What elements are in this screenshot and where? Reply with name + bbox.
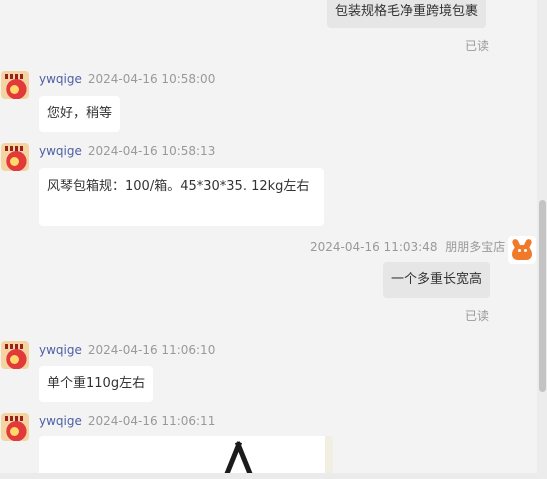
sender-name[interactable]: ywqige (39, 72, 82, 86)
seller-avatar-icon[interactable] (1, 143, 29, 171)
message-meta: ywqige 2024-04-16 10:58:00 (39, 72, 215, 86)
vertical-scrollbar[interactable] (537, 0, 547, 479)
read-status: 已读 (465, 39, 490, 53)
read-status: 已读 (465, 309, 490, 323)
message-meta: 2024-04-16 11:03:48 朋朋多宝店 (310, 238, 505, 255)
message-time: 2024-04-16 10:58:00 (87, 72, 216, 86)
message-time: 2024-04-16 11:06:11 (87, 414, 216, 428)
bull-avatar-icon[interactable] (508, 236, 536, 264)
message-time: 2024-04-16 11:06:10 (87, 343, 216, 357)
seller-avatar-icon[interactable] (1, 71, 29, 99)
sender-name[interactable]: ywqige (39, 414, 82, 428)
message-bubble-incoming: 单个重110g左右 (39, 366, 154, 402)
message-meta: ywqige 2024-04-16 11:06:11 (39, 414, 215, 428)
message-bubble-incoming: 风琴包箱规：100/箱。45*30*35. 12kg左右 (39, 168, 324, 226)
bottom-divider (0, 473, 537, 479)
sender-name: 朋朋多宝店 (445, 240, 506, 254)
message-meta: ywqige 2024-04-16 10:58:13 (39, 144, 215, 158)
sender-name[interactable]: ywqige (39, 343, 82, 357)
message-bubble-incoming: 您好，稍等 (39, 96, 121, 132)
message-meta: ywqige 2024-04-16 11:06:10 (39, 343, 215, 357)
scrollbar-thumb[interactable] (539, 200, 546, 392)
seller-avatar-icon[interactable] (1, 341, 29, 369)
message-bubble-outgoing: 一个多重长宽高 (383, 262, 491, 298)
seller-avatar-icon[interactable] (1, 413, 29, 441)
message-time: 2024-04-16 11:03:48 (310, 240, 438, 254)
message-bubble-outgoing: 包装规格毛净重跨境包裹 (327, 0, 487, 28)
chat-message-list[interactable]: 包装规格毛净重跨境包裹 已读 ywqige 2024-04-16 10:58:00… (0, 0, 537, 479)
sender-name[interactable]: ywqige (39, 144, 82, 158)
message-time: 2024-04-16 10:58:13 (87, 144, 216, 158)
